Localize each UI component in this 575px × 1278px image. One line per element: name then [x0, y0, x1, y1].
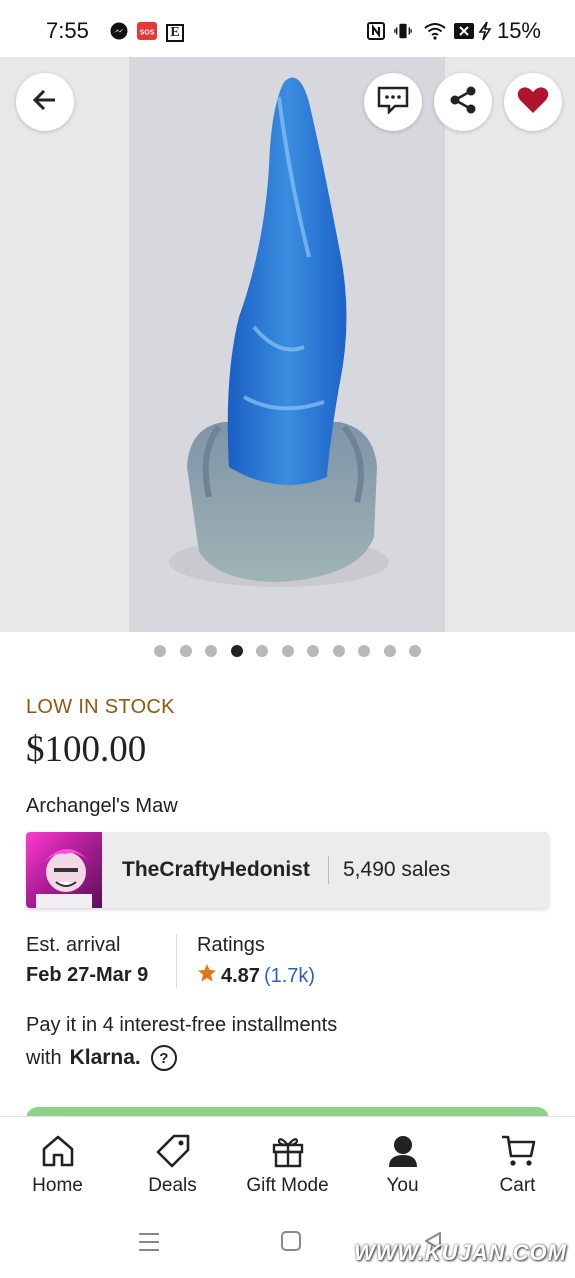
tab-gift-mode[interactable]: Gift Mode [230, 1117, 345, 1209]
wifi-icon [424, 22, 446, 40]
tab-deals[interactable]: Deals [115, 1117, 230, 1209]
ratings-summary[interactable]: 4.87 (1.7k) [197, 963, 315, 989]
back-button[interactable] [16, 73, 74, 131]
carousel-dot[interactable] [307, 645, 319, 657]
shop-avatar [26, 832, 102, 908]
message-shop-button[interactable] [364, 73, 422, 131]
ratings-label: Ratings [197, 934, 265, 956]
arrival-value: Feb 27-Mar 9 [26, 964, 149, 986]
rating-value: 4.87 [221, 964, 260, 987]
recent-apps-icon[interactable] [137, 1230, 161, 1259]
shop-sales: 5,490 sales [343, 858, 451, 881]
tab-label: Home [32, 1175, 83, 1196]
klarna-logo: Klarna. [69, 1046, 141, 1069]
klarna-with-text: with [26, 1046, 62, 1069]
sos-icon: SOS [137, 22, 157, 40]
stock-status: LOW IN STOCK [26, 696, 175, 718]
carousel-dot[interactable] [332, 645, 345, 657]
back-icon [31, 86, 59, 119]
shop-card[interactable]: TheCraftyHedonist 5,490 sales [26, 832, 549, 908]
klarna-text: Pay it in 4 interest-free installments [26, 1014, 338, 1036]
star-icon [197, 963, 217, 989]
carousel-dot[interactable] [358, 645, 370, 657]
product-price: $100.00 [26, 729, 147, 770]
product-title: Archangel's Maw [26, 795, 178, 817]
battery-level: 15% [496, 18, 541, 43]
shop-name: TheCraftyHedonist [122, 858, 310, 881]
etsy-e-icon: E [166, 24, 184, 42]
divider [176, 934, 177, 988]
divider [328, 856, 329, 884]
tab-label: Gift Mode [246, 1175, 329, 1196]
carousel-dot[interactable] [256, 645, 268, 657]
nfc-icon [367, 22, 385, 40]
tab-label: Cart [499, 1175, 536, 1196]
favorite-button[interactable] [504, 73, 562, 131]
person-icon [385, 1133, 421, 1169]
messenger-icon [110, 22, 128, 40]
product-image-carousel[interactable] [0, 57, 575, 632]
tab-home[interactable]: Home [0, 1117, 115, 1209]
status-time: 7:55 [46, 18, 89, 43]
tag-icon [155, 1133, 191, 1169]
share-button[interactable] [434, 73, 492, 131]
no-sim-icon [454, 22, 474, 40]
heart-icon [517, 86, 549, 119]
sos-label: SOS [140, 30, 155, 37]
watermark: WWW.KUJAN.COM [354, 1240, 567, 1265]
vibrate-icon [394, 22, 412, 40]
charging-icon [478, 21, 492, 41]
carousel-dot-active[interactable] [230, 645, 243, 657]
gift-icon [270, 1133, 306, 1169]
arrival-label: Est. arrival [26, 934, 121, 956]
home-nav-icon[interactable] [280, 1230, 302, 1257]
klarna-row: with Klarna. ? [26, 1045, 177, 1071]
carousel-dot[interactable] [205, 645, 217, 657]
product-photo [129, 57, 445, 632]
home-icon [40, 1133, 76, 1169]
carousel-dot[interactable] [383, 645, 396, 657]
tab-label: You [386, 1175, 419, 1196]
cart-icon [500, 1133, 536, 1169]
carousel-indicator[interactable] [0, 645, 575, 657]
carousel-dot[interactable] [409, 645, 421, 657]
rating-count-link[interactable]: (1.7k) [264, 965, 315, 988]
tab-cart[interactable]: Cart [460, 1117, 575, 1209]
tab-you[interactable]: You [345, 1117, 460, 1209]
bottom-tab-bar: Home Deals Gift Mode You Cart [0, 1116, 575, 1209]
tab-label: Deals [148, 1175, 197, 1196]
help-icon[interactable]: ? [150, 1045, 177, 1071]
carousel-dot[interactable] [179, 645, 192, 657]
status-bar: 7:55 SOS E 15% [0, 0, 575, 57]
carousel-dot[interactable] [154, 645, 166, 657]
message-icon [377, 86, 409, 119]
share-icon [448, 85, 478, 120]
carousel-dot[interactable] [281, 645, 294, 657]
